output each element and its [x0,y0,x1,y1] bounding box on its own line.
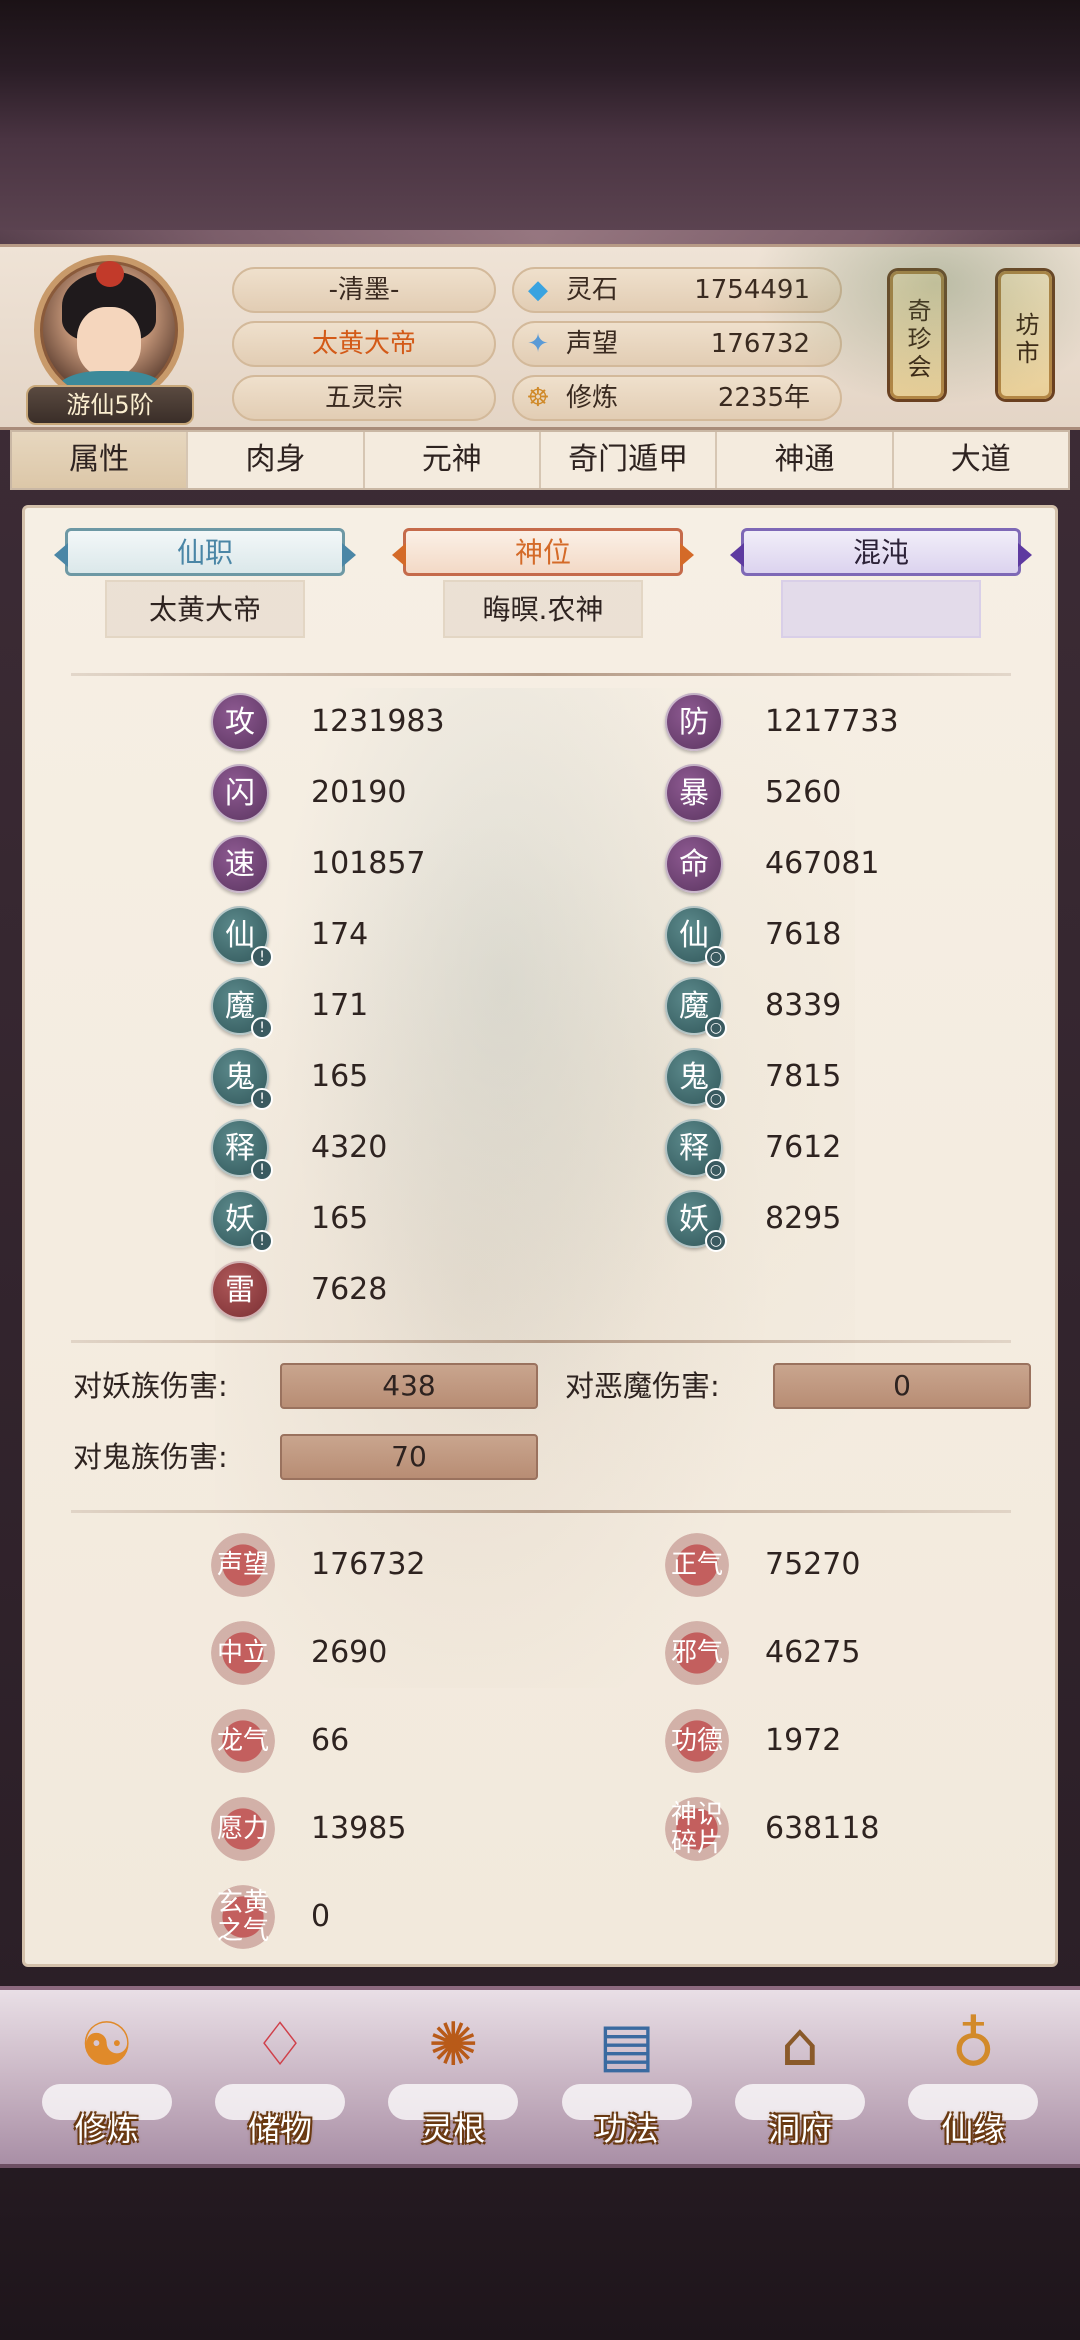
tab-powers[interactable]: 神通 [717,432,894,488]
attributes-panel: 仙职 太黄大帝 神位 晦暝.农神 混沌 攻 1231983 闪 20190 速 101… [22,505,1058,1967]
demon-icon: 魔! [211,977,273,1039]
monk-icon: ☯ [79,2010,134,2080]
nav-fate[interactable]: ♁ 仙缘 [898,1990,1048,2150]
immortal-post-value: 太黄大帝 [105,580,305,638]
god-post-box: 神位 晦暝.农神 [392,528,694,638]
defense-marker-icon: ○ [705,1017,727,1039]
hp-icon: 命 [665,835,723,893]
god-post-value: 晦暝.农神 [443,580,643,638]
player-title: 太黄大帝 [232,321,496,367]
attack-marker-icon: ! [251,1017,273,1039]
divider [71,673,1011,676]
chaos-box: 混沌 [730,528,1032,638]
god-post-header: 神位 [392,528,694,576]
dmg-vs-ghost-label: 对鬼族伤害: [73,1440,228,1474]
player-name: -清墨- [232,267,496,313]
title-row: 仙职 太黄大帝 神位 晦暝.农神 混沌 [25,528,1055,638]
dmg-vs-ghost-bar: 70 [280,1434,538,1480]
defense-icon: 防 [665,693,723,751]
tab-body[interactable]: 肉身 [188,432,365,488]
attack-marker-icon: ! [251,946,273,968]
spirit-stone-icon: ◆ [528,275,548,305]
nav-storage[interactable]: ♢ 储物 [205,1990,355,2150]
divider [71,1340,1011,1343]
speed-icon: 速 [211,835,269,893]
divider [71,1510,1011,1513]
ghost-icon: 鬼 ○ [665,1048,727,1110]
immortal-post-box: 仙职 太黄大帝 [54,528,356,638]
immortal-icon: 仙! [211,906,273,968]
treasure-fair-button[interactable]: 奇珍会 [890,271,944,399]
defense-marker-icon: ○ [705,1230,727,1252]
reputation-icon: ✦ [527,329,549,359]
player-info: -清墨- 太黄大帝 五灵宗 [232,267,496,429]
buddha-icon: 释! [211,1119,273,1181]
gourd-icon: ♁ [951,2010,996,2080]
palace-icon: ⌂ [780,2010,820,2080]
avatar-block[interactable]: 游仙5阶 [26,255,194,425]
defense-marker-icon: ○ [705,946,727,968]
attack-marker-icon: ! [251,1159,273,1181]
dmg-vs-evil-bar: 0 [773,1363,1031,1409]
nav-spirit-root[interactable]: ✺ 灵根 [378,1990,528,2150]
tab-qimen[interactable]: 奇门遁甲 [541,432,718,488]
attack-marker-icon: ! [251,1230,273,1252]
cultivation-icon: ☸ [526,383,550,413]
immortal-icon: 仙 ○ [665,906,727,968]
market-button[interactable]: 坊市 [998,271,1052,399]
rank-badge: 游仙5阶 [26,385,194,425]
tab-attributes[interactable]: 属性 [12,432,189,488]
crit-icon: 暴 [665,764,723,822]
attack-marker-icon: ! [251,1088,273,1110]
resource-cultivation: ☸ 修炼 2235年 [512,375,842,421]
attack-icon: 攻 [211,693,269,751]
tab-bar: 属性 肉身 元神 奇门遁甲 神通 大道 [10,430,1070,490]
resource-spirit-stone: ◆ 灵石 1754491 [512,267,842,313]
chaos-header: 混沌 [730,528,1032,576]
buddha-icon: 释 ○ [665,1119,727,1181]
tab-dao[interactable]: 大道 [894,432,1068,488]
yao-icon: 妖 ○ [665,1190,727,1252]
resources: ◆ 灵石 1754491 ✦ 声望 176732 ☸ 修炼 2235年 [512,267,842,429]
ghost-icon: 鬼! [211,1048,273,1110]
player-sect: 五灵宗 [232,375,496,421]
nav-cave[interactable]: ⌂ 洞府 [725,1990,875,2150]
demon-icon: 魔 ○ [665,977,727,1039]
defense-marker-icon: ○ [705,1088,727,1110]
bottom-nav: ☯ 修炼 ♢ 储物 ✺ 灵根 ▤ 功法 ⌂ 洞府 ♁ 仙缘 [0,1986,1080,2168]
dmg-vs-yao-label: 对妖族伤害: [73,1369,228,1403]
book-icon: ▤ [598,2010,655,2080]
player-header: 游仙5阶 -清墨- 太黄大帝 五灵宗 ◆ 灵石 1754491 ✦ 声望 176… [0,244,1080,430]
dmg-vs-evil-label: 对恶魔伤害: [565,1369,720,1403]
dmg-vs-yao-bar: 438 [280,1363,538,1409]
thunder-icon: 雷 [211,1261,269,1319]
yao-icon: 妖! [211,1190,273,1252]
spirit-root-icon: ✺ [428,2010,479,2080]
immortal-post-header: 仙职 [54,528,356,576]
avatar[interactable] [34,255,184,405]
resource-reputation: ✦ 声望 176732 [512,321,842,367]
nav-techniques[interactable]: ▤ 功法 [552,1990,702,2150]
chaos-value [781,580,981,638]
nav-cultivate[interactable]: ☯ 修炼 [32,1990,182,2150]
defense-marker-icon: ○ [705,1159,727,1181]
tab-soul[interactable]: 元神 [365,432,541,488]
pouch-icon: ♢ [253,2010,307,2080]
dodge-icon: 闪 [211,764,269,822]
